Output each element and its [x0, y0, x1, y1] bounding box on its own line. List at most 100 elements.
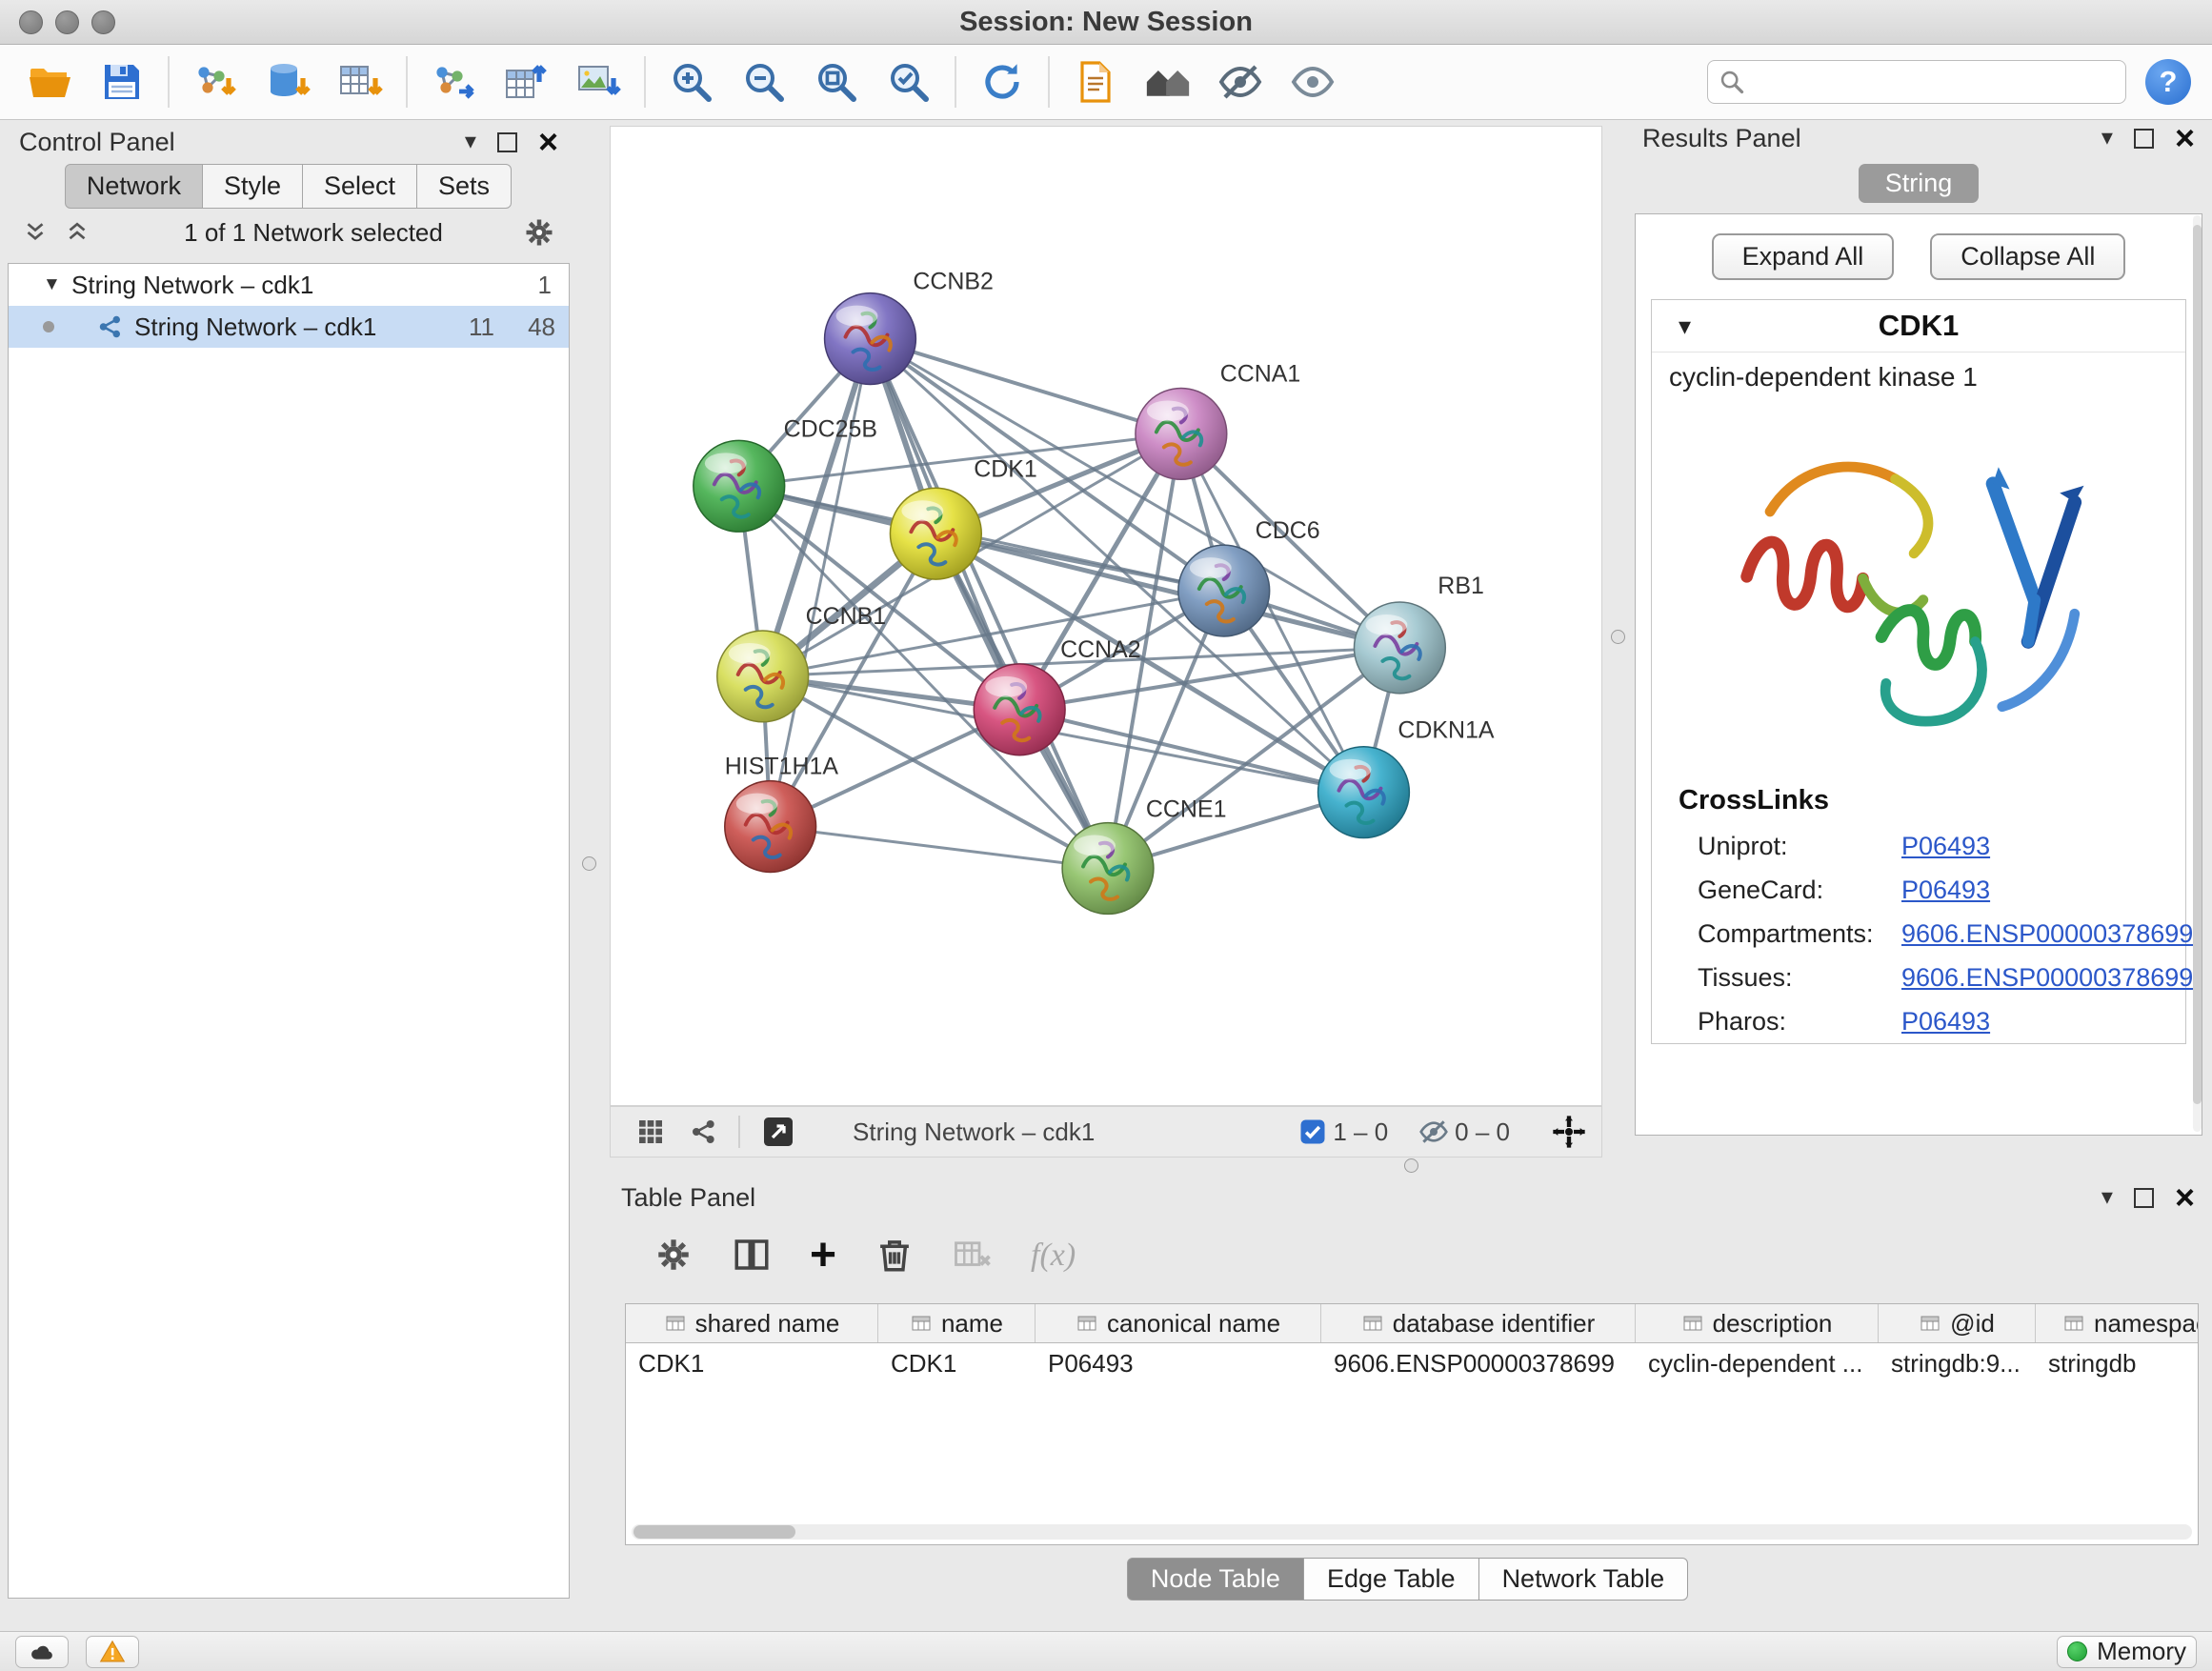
table-cell[interactable]: cyclin-dependent ... [1636, 1349, 1879, 1379]
tab-network-table[interactable]: Network Table [1478, 1558, 1689, 1601]
gear-icon[interactable] [522, 215, 556, 250]
table-cell[interactable]: stringdb [2036, 1349, 2199, 1379]
crosslink-link[interactable]: P06493 [1901, 1007, 1990, 1037]
network-node-CCNB2[interactable] [825, 293, 916, 385]
panel-collapse-icon[interactable]: ▾ [2101, 127, 2113, 150]
column-header[interactable]: description [1636, 1304, 1879, 1342]
export-table-button[interactable] [490, 48, 562, 116]
network-node-CCNE1[interactable] [1062, 823, 1154, 915]
import-table-button[interactable] [324, 48, 396, 116]
network-edge[interactable] [870, 339, 1108, 869]
table-horizontal-scrollbar[interactable] [632, 1524, 2192, 1540]
tab-string[interactable]: String [1859, 164, 1980, 203]
table-settings-button[interactable] [654, 1235, 694, 1278]
table-cell[interactable]: 9606.ENSP00000378699 [1321, 1349, 1636, 1379]
collapse-all-button[interactable]: Collapse All [1930, 233, 2125, 280]
network-edge[interactable] [771, 827, 1108, 869]
import-network-file-button[interactable] [179, 48, 251, 116]
scrollbar-thumb[interactable] [2193, 225, 2202, 1105]
network-node-CCNB1[interactable] [717, 631, 809, 722]
delete-column-button[interactable] [875, 1235, 915, 1278]
cloud-status-button[interactable] [15, 1636, 69, 1668]
table-cell[interactable]: CDK1 [878, 1349, 1036, 1379]
panel-close-icon[interactable]: × [2175, 1180, 2195, 1215]
panel-collapse-icon[interactable]: ▾ [2101, 1186, 2113, 1209]
network-collection-row[interactable]: ▼ String Network – cdk1 1 [9, 264, 569, 306]
column-header[interactable]: shared name [626, 1304, 878, 1342]
splitter-handle[interactable] [1611, 630, 1625, 644]
save-session-button[interactable] [86, 48, 158, 116]
panel-collapse-icon[interactable]: ▾ [465, 131, 476, 153]
panel-close-icon[interactable]: × [538, 125, 558, 159]
panel-float-icon[interactable] [497, 132, 517, 152]
add-column-button[interactable]: + [810, 1233, 836, 1278]
warnings-button[interactable] [86, 1636, 139, 1668]
panel-close-icon[interactable]: × [2175, 121, 2195, 155]
expand-all-button[interactable]: Expand All [1712, 233, 1895, 280]
column-header[interactable]: database identifier [1321, 1304, 1636, 1342]
card-collapse-icon[interactable]: ▾ [1679, 312, 1691, 341]
delete-table-button[interactable] [953, 1235, 993, 1278]
tab-node-table[interactable]: Node Table [1127, 1558, 1304, 1601]
crosslink-link[interactable]: 9606.ENSP00000378699 [1901, 919, 2193, 949]
column-header[interactable]: canonical name [1036, 1304, 1321, 1342]
column-header[interactable]: name [878, 1304, 1036, 1342]
table-row[interactable]: CDK1CDK1P064939606.ENSP00000378699cyclin… [626, 1343, 2198, 1383]
network-overview-icon[interactable] [689, 1117, 719, 1147]
search-input[interactable] [1707, 60, 2126, 104]
import-network-database-button[interactable] [251, 48, 324, 116]
zoom-fit-button[interactable] [800, 48, 873, 116]
network-view[interactable]: CCNB2CCNA1CDC25BCDK1CDC6RB1CCNB1CCNA2CDK… [610, 126, 1602, 1106]
panel-float-icon[interactable] [2134, 1188, 2154, 1208]
network-node-CCNA1[interactable] [1136, 388, 1227, 479]
export-image-button[interactable] [562, 48, 634, 116]
grid-view-icon[interactable] [635, 1117, 666, 1147]
scrollbar-thumb[interactable] [633, 1525, 795, 1539]
network-edge[interactable] [1019, 710, 1363, 793]
column-header[interactable]: @id [1879, 1304, 2036, 1342]
help-button[interactable]: ? [2145, 59, 2191, 105]
zoom-selected-button[interactable] [873, 48, 945, 116]
hide-elements-button[interactable] [1204, 48, 1277, 116]
network-edge[interactable] [763, 676, 1364, 793]
table-cell[interactable]: CDK1 [626, 1349, 878, 1379]
home-button[interactable] [1132, 48, 1204, 116]
tab-network[interactable]: Network [65, 164, 203, 209]
tab-select[interactable]: Select [302, 164, 417, 209]
tree-expand-icon[interactable]: ▼ [43, 274, 71, 295]
network-node-CCNA2[interactable] [974, 664, 1065, 755]
network-row[interactable]: String Network – cdk1 11 48 [9, 306, 569, 348]
splitter-handle[interactable] [1404, 1158, 1418, 1173]
tab-sets[interactable]: Sets [416, 164, 512, 209]
results-scrollbar[interactable] [2193, 215, 2202, 1132]
zoom-in-button[interactable] [655, 48, 728, 116]
open-session-button[interactable] [13, 48, 86, 116]
network-node-RB1[interactable] [1354, 602, 1445, 694]
annotation-button[interactable] [1059, 48, 1132, 116]
network-node-HIST1H1A[interactable] [725, 781, 816, 873]
node-card-header[interactable]: ▾ CDK1 [1652, 300, 2185, 352]
new-network-from-selection-button[interactable] [417, 48, 490, 116]
table-cell[interactable]: P06493 [1036, 1349, 1321, 1379]
panel-float-icon[interactable] [2134, 129, 2154, 149]
network-edge[interactable] [870, 339, 1180, 434]
tab-edge-table[interactable]: Edge Table [1303, 1558, 1479, 1601]
network-canvas[interactable]: CCNB2CCNA1CDC25BCDK1CDC6RB1CCNB1CCNA2CDK… [611, 127, 1601, 1105]
network-node-CDK1[interactable] [890, 488, 981, 579]
show-elements-button[interactable] [1277, 48, 1349, 116]
network-node-CDC6[interactable] [1178, 545, 1270, 636]
crosslink-link[interactable]: 9606.ENSP00000378699 [1901, 963, 2193, 993]
show-columns-button[interactable] [732, 1235, 772, 1278]
apply-layout-button[interactable] [966, 48, 1038, 116]
detach-view-icon[interactable] [761, 1115, 795, 1149]
crosslink-link[interactable]: P06493 [1901, 876, 1990, 905]
table-cell[interactable]: stringdb:9... [1879, 1349, 2036, 1379]
tab-style[interactable]: Style [202, 164, 303, 209]
memory-button[interactable]: Memory [2057, 1636, 2197, 1668]
function-builder-button[interactable]: f(x) [1031, 1238, 1076, 1274]
zoom-out-button[interactable] [728, 48, 800, 116]
network-node-CDC25B[interactable] [694, 440, 785, 532]
splitter-handle[interactable] [582, 856, 596, 871]
expand-all-icon[interactable] [63, 218, 91, 247]
collapse-all-icon[interactable] [21, 218, 50, 247]
